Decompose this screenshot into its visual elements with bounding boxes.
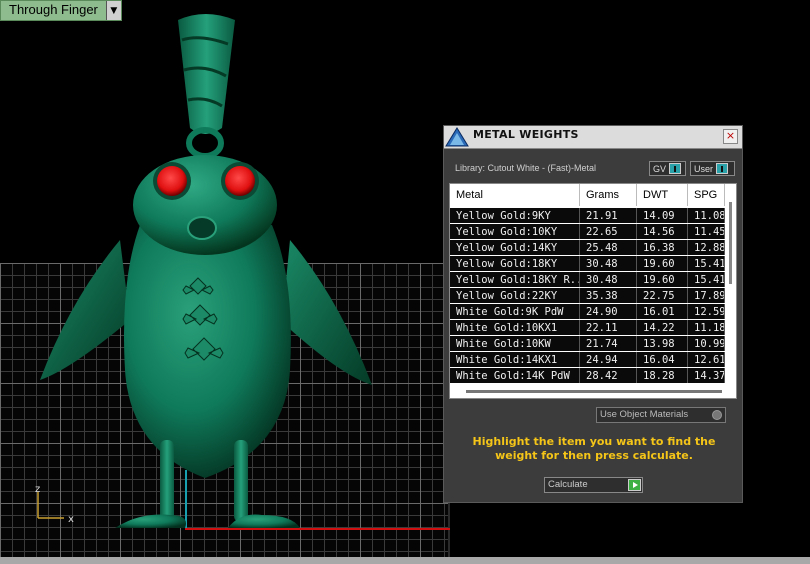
calculate-button[interactable]: Calculate <box>544 477 643 493</box>
column-header-spg[interactable]: SPG <box>687 184 725 208</box>
spg-cell: 12.59 <box>687 303 725 320</box>
metal-weights-table[interactable]: Metal Grams DWT SPG Yellow Gold:9KY 21.9… <box>449 183 737 399</box>
metal-cell: Yellow Gold:9KY <box>450 206 580 224</box>
metal-cell: Yellow Gold:14KY <box>450 239 580 256</box>
gv-toggle-label: GV <box>653 163 667 174</box>
library-label: Library: Cutout White - (Fast)-Metal <box>455 163 597 173</box>
spg-cell: 12.61 <box>687 351 725 368</box>
instruction-text: Highlight the item you want to find the … <box>472 435 716 462</box>
dwt-cell: 13.98 <box>636 335 688 352</box>
grams-cell: 30.48 <box>579 255 637 272</box>
grams-cell: 35.38 <box>579 287 637 304</box>
left-foot <box>115 514 186 528</box>
metal-cell: White Gold:14KX1 <box>450 351 580 368</box>
grams-cell: 24.94 <box>579 351 637 368</box>
metal-cell: White Gold:10KX1 <box>450 319 580 336</box>
bird-mouth <box>187 216 217 240</box>
spg-cell: 14.37 <box>687 367 725 384</box>
use-object-materials-label: Use Object Materials <box>600 409 689 420</box>
grams-cell: 21.91 <box>579 206 637 224</box>
metal-cell: Yellow Gold:18KY <box>450 255 580 272</box>
view-mode-label[interactable]: Through Finger <box>1 1 106 20</box>
column-header-metal[interactable]: Metal <box>450 184 580 208</box>
left-leg <box>160 440 174 522</box>
toggle-switch-icon[interactable] <box>716 163 729 174</box>
dwt-cell: 16.04 <box>636 351 688 368</box>
dwt-cell: 14.09 <box>636 206 688 224</box>
metal-cell: Yellow Gold:22KY <box>450 287 580 304</box>
status-strip <box>0 557 810 564</box>
table-row[interactable]: White Gold:14K PdW 28.42 18.28 14.37 <box>450 367 725 384</box>
grams-cell: 22.65 <box>579 223 637 240</box>
dialog-title: METAL WEIGHTS <box>473 128 579 141</box>
table-row[interactable]: Yellow Gold:10KY 22.65 14.56 11.45 <box>450 223 725 240</box>
right-eye-gem <box>225 166 255 196</box>
spg-cell: 15.41 <box>687 271 725 288</box>
bird-pendant-model[interactable] <box>0 0 450 564</box>
table-row[interactable]: Yellow Gold:18KY 30.48 19.60 15.41 <box>450 255 725 272</box>
right-wing <box>282 240 372 385</box>
pendant-bail <box>178 14 235 134</box>
metal-cell: Yellow Gold:18KY R... <box>450 271 580 288</box>
column-header-grams[interactable]: Grams <box>579 184 637 208</box>
table-row[interactable]: White Gold:14KX1 24.94 16.04 12.61 <box>450 351 725 368</box>
spg-cell: 11.18 <box>687 319 725 336</box>
horizontal-scrollbar[interactable] <box>466 390 722 393</box>
grams-cell: 28.42 <box>579 367 637 384</box>
dwt-cell: 14.56 <box>636 223 688 240</box>
dwt-cell: 18.28 <box>636 367 688 384</box>
vertical-scrollbar-thumb[interactable] <box>729 202 732 284</box>
table-row[interactable]: White Gold:10KW 21.74 13.98 10.99 <box>450 335 725 352</box>
axis-triad-icon: z x <box>35 484 74 524</box>
metal-cell: White Gold:9K PdW <box>450 303 580 320</box>
metal-cell: White Gold:10KW <box>450 335 580 352</box>
user-toggle-label: User <box>694 163 714 174</box>
z-axis-label: z <box>35 484 40 495</box>
right-leg <box>234 440 248 522</box>
metal-weights-dialog: METAL WEIGHTS × Library: Cutout White - … <box>443 125 743 503</box>
toggle-switch-icon[interactable] <box>669 163 682 174</box>
grams-cell: 22.11 <box>579 319 637 336</box>
table-row[interactable]: Yellow Gold:22KY 35.38 22.75 17.89 <box>450 287 725 304</box>
radio-indicator-icon[interactable] <box>712 410 722 420</box>
grams-cell: 25.48 <box>579 239 637 256</box>
view-mode-selector[interactable]: Through Finger ▼ <box>0 0 122 21</box>
metal-cell: White Gold:14K PdW <box>450 367 580 384</box>
grams-cell: 30.48 <box>579 271 637 288</box>
column-header-dwt[interactable]: DWT <box>636 184 688 208</box>
dwt-cell: 16.38 <box>636 239 688 256</box>
table-row[interactable]: Yellow Gold:9KY 21.91 14.09 11.08 <box>450 206 725 224</box>
table-row[interactable]: Yellow Gold:18KY R... 30.48 19.60 15.41 <box>450 271 725 288</box>
dwt-cell: 14.22 <box>636 319 688 336</box>
close-button[interactable]: × <box>723 129 738 144</box>
dwt-cell: 19.60 <box>636 271 688 288</box>
dwt-cell: 16.01 <box>636 303 688 320</box>
spg-cell: 11.45 <box>687 223 725 240</box>
user-toggle[interactable]: User <box>690 161 735 176</box>
table-row[interactable]: White Gold:9K PdW 24.90 16.01 12.59 <box>450 303 725 320</box>
grams-cell: 21.74 <box>579 335 637 352</box>
x-axis-label: x <box>68 514 74 524</box>
table-row[interactable]: Yellow Gold:14KY 25.48 16.38 12.88 <box>450 239 725 256</box>
spg-cell: 17.89 <box>687 287 725 304</box>
metal-weights-app-icon <box>445 127 469 147</box>
calculate-label: Calculate <box>548 479 588 490</box>
grams-cell: 24.90 <box>579 303 637 320</box>
dwt-cell: 19.60 <box>636 255 688 272</box>
gv-toggle[interactable]: GV <box>649 161 686 176</box>
spg-cell: 11.08 <box>687 206 725 224</box>
left-eye-gem <box>157 166 187 196</box>
metal-cell: Yellow Gold:10KY <box>450 223 580 240</box>
spg-cell: 10.99 <box>687 335 725 352</box>
play-arrow-icon[interactable] <box>628 479 641 491</box>
use-object-materials-toggle[interactable]: Use Object Materials <box>596 407 726 423</box>
spg-cell: 15.41 <box>687 255 725 272</box>
left-wing <box>40 240 130 380</box>
dwt-cell: 22.75 <box>636 287 688 304</box>
chevron-down-icon[interactable]: ▼ <box>105 1 121 20</box>
dialog-titlebar[interactable]: METAL WEIGHTS × <box>444 126 742 149</box>
spg-cell: 12.88 <box>687 239 725 256</box>
table-row[interactable]: White Gold:10KX1 22.11 14.22 11.18 <box>450 319 725 336</box>
